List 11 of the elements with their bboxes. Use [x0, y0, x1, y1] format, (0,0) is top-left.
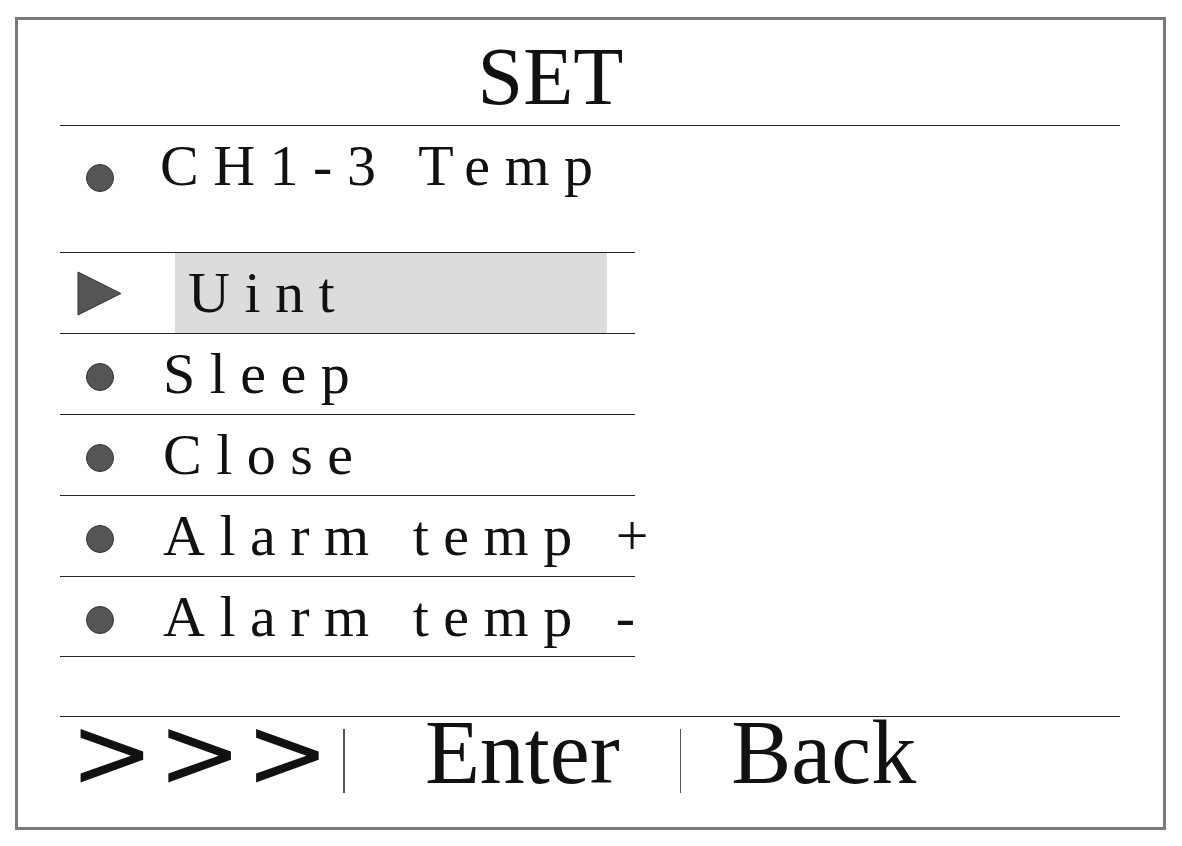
menu-item[interactable]: Close — [163, 426, 368, 484]
menu-item[interactable]: Sleep — [163, 345, 365, 403]
screen-title: SET — [477, 35, 624, 118]
section-heading: CH1-3 Temp — [160, 137, 608, 195]
menu-item[interactable]: Uint — [175, 253, 607, 333]
menu-item[interactable]: Alarm temp + — [163, 507, 663, 565]
menu-item[interactable]: Alarm temp - — [163, 587, 650, 646]
softkey-button[interactable]: Enter — [344, 717, 680, 789]
softkey-button[interactable]: Back — [681, 717, 937, 789]
softkey-button[interactable]: >>> — [70, 717, 344, 789]
bullet-dot-icon — [86, 164, 114, 192]
